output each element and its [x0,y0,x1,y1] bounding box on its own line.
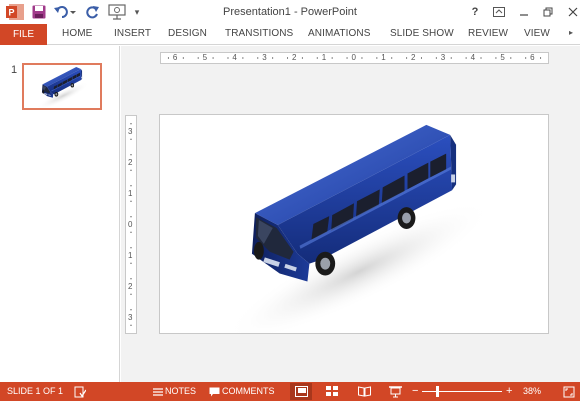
tab-home[interactable]: HOME [62,28,92,39]
start-from-beginning-icon[interactable] [108,3,126,21]
thumbnail-slide-number: 1 [11,64,18,76]
vertical-ruler-number: 1 [128,250,133,260]
horizontal-ruler-number: 4 [470,53,476,62]
horizontal-ruler-number: 3 [440,53,446,62]
horizontal-ruler-number: 6 [172,53,178,62]
slide-canvas[interactable] [159,114,549,342]
horizontal-ruler-number: 3 [262,53,267,62]
tab-slide-show[interactable]: SLIDE SHOW [390,28,454,39]
tab-view[interactable]: VIEW [524,28,550,39]
horizontal-ruler-number: 5 [202,53,208,62]
tab-file[interactable]: FILE [0,24,47,45]
minimize-icon[interactable] [516,3,532,21]
tab-transitions[interactable]: TRANSITIONS [225,28,293,39]
spell-check-icon[interactable] [73,385,87,398]
notes-button[interactable]: NOTES [165,382,196,401]
horizontal-ruler-number: 1 [381,53,386,62]
horizontal-ruler-number: 5 [500,53,505,62]
horizontal-ruler-number: 1 [321,53,327,62]
save-icon[interactable] [31,3,47,21]
vertical-ruler: 3 2 1 0 1 2 3 [125,115,137,334]
restore-icon[interactable] [540,3,556,21]
powerpoint-app-icon[interactable]: P [6,3,24,21]
svg-text:P: P [8,8,14,18]
help-button[interactable]: ? [467,3,483,21]
zoom-level[interactable]: 38% [523,382,541,401]
comments-icon[interactable] [208,385,220,398]
reading-view-icon[interactable] [357,385,371,398]
zoom-out-button[interactable]: − [412,382,418,401]
tab-review[interactable]: REVIEW [468,28,508,39]
comments-button[interactable]: COMMENTS [222,382,275,401]
zoom-in-button[interactable]: + [506,382,512,401]
vertical-ruler-number: 2 [128,281,133,291]
slide-editing-area: 6 5 4 3 2 1 0 1 2 3 4 5 6 3 2 1 0 1 2 3 [121,46,580,382]
slide-show-icon[interactable] [388,385,402,398]
horizontal-ruler-number: 4 [232,53,237,62]
slide-thumbnail[interactable] [22,63,102,114]
close-icon[interactable] [565,3,580,21]
undo-icon[interactable] [54,3,76,21]
title-bar: P ▾ Presentation1 - PowerPoint ? [0,0,580,24]
redo-icon[interactable] [85,3,101,21]
horizontal-ruler-number: 6 [530,53,535,62]
notes-icon[interactable] [152,385,164,398]
thumbnail-bus-icon [34,67,92,114]
vertical-ruler-number: 3 [128,126,133,136]
slide-counter[interactable]: SLIDE 1 OF 1 [7,382,63,401]
bus-icon[interactable] [160,115,548,342]
tab-insert[interactable]: INSERT [114,28,151,39]
ribbon-display-options-icon[interactable] [491,3,507,21]
horizontal-ruler-number: 2 [411,53,416,62]
customize-quick-access-icon[interactable]: ▾ [132,3,142,21]
zoom-slider-track[interactable] [422,391,502,392]
fit-slide-icon[interactable] [562,385,576,398]
horizontal-ruler: 6 5 4 3 2 1 0 1 2 3 4 5 6 [160,52,549,64]
slide-thumbnail-pane: 1 [0,46,120,382]
ribbon-scroll-right-icon[interactable]: ▸ [564,28,578,41]
ribbon-tabs: FILE HOME INSERT DESIGN TRANSITIONS ANIM… [0,24,580,45]
slide-sorter-icon[interactable] [325,385,339,398]
horizontal-ruler-number: 0 [351,53,356,62]
normal-view-icon[interactable] [294,385,308,398]
zoom-slider-thumb[interactable] [436,386,440,397]
vertical-ruler-number: 0 [128,219,133,229]
horizontal-ruler-number: 2 [291,53,297,62]
vertical-ruler-number: 2 [128,157,133,167]
status-bar: SLIDE 1 OF 1 NOTES COMMENTS − + 38% [0,382,580,401]
vertical-ruler-number: 3 [128,312,133,322]
tab-animations[interactable]: ANIMATIONS [308,28,370,39]
vertical-ruler-number: 1 [128,188,133,198]
tab-design[interactable]: DESIGN [168,28,207,39]
